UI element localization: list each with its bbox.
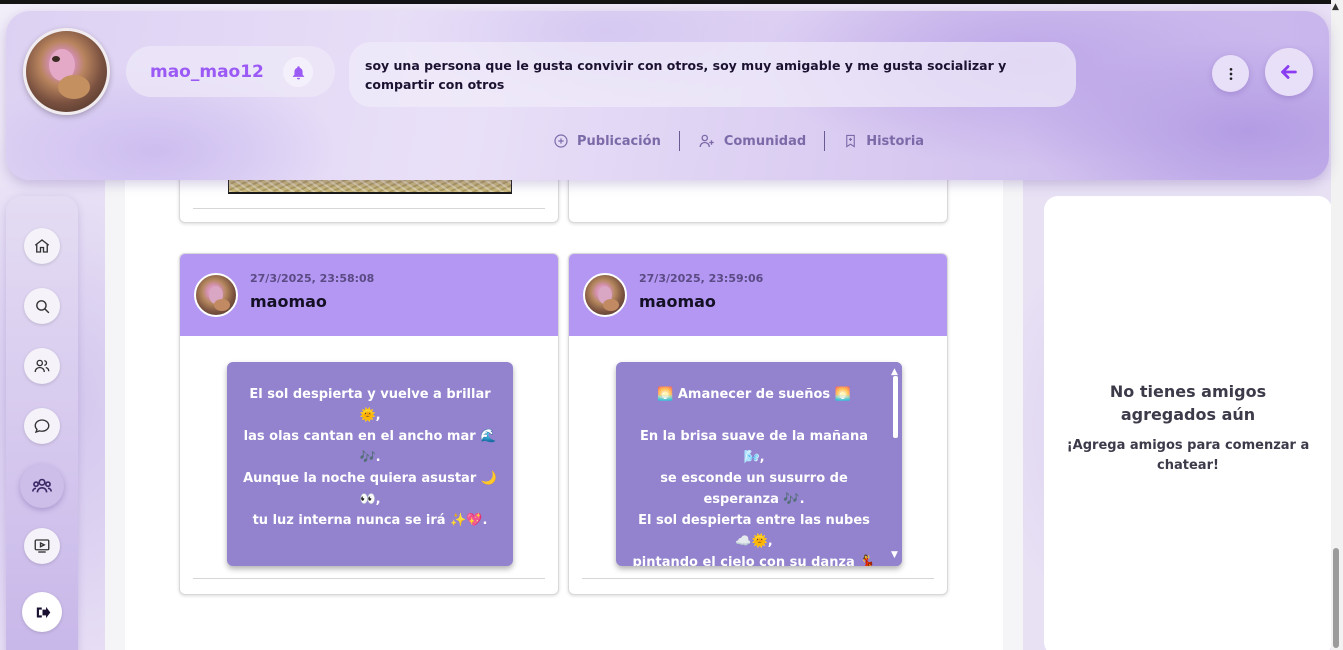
sidebar-item-chat[interactable] — [24, 408, 60, 444]
sidebar-item-logout[interactable] — [22, 592, 62, 632]
tab-label: Comunidad — [723, 133, 807, 149]
bio-text: soy una persona que le gusta convivir co… — [349, 42, 1076, 107]
post-card: 27/3/2025, 23:59:06 maomao 🌅 Amanecer de… — [568, 253, 948, 595]
tab-publicacion[interactable]: Publicación — [535, 133, 679, 149]
username: mao_mao12 — [150, 61, 264, 82]
poem-line: 🎶. — [359, 450, 381, 465]
add-user-icon — [699, 134, 714, 148]
scroll-up-icon[interactable]: ▲ — [1332, 2, 1339, 12]
post-author[interactable]: maomao — [250, 292, 327, 311]
plus-circle-icon — [554, 134, 568, 148]
poem-scrollbar[interactable]: ▲ ▼ — [889, 362, 902, 566]
poem-line: se esconde un susurro de — [660, 471, 848, 486]
more-options-button[interactable] — [1212, 55, 1249, 92]
window-top-bar — [0, 0, 1343, 4]
tab-historia[interactable]: Historia — [825, 133, 942, 149]
poem-box[interactable]: 🌅 Amanecer de sueños 🌅 En la brisa suave… — [616, 362, 902, 566]
scroll-thumb[interactable] — [893, 376, 898, 438]
poem-line: tu luz interna nunca se irá ✨💖. — [252, 513, 488, 528]
sidebar-item-users[interactable] — [24, 348, 60, 384]
poem-line: 👀, — [359, 492, 381, 507]
sidebar-item-search[interactable] — [24, 288, 60, 324]
card-divider — [193, 578, 545, 579]
chat-bubble-icon — [34, 419, 50, 434]
sidebar — [6, 196, 78, 650]
bookmark-icon — [846, 134, 856, 148]
notifications-button[interactable] — [283, 57, 313, 87]
poem-line: 🌅 Amanecer de sueños 🌅 — [657, 387, 851, 402]
tab-comunidad[interactable]: Comunidad — [680, 132, 824, 150]
username-pill: mao_mao12 — [126, 46, 335, 97]
card-divider — [582, 578, 934, 579]
poem-line: Aunque la noche quiera asustar 🌙 — [243, 471, 497, 486]
tab-label: Historia — [866, 133, 925, 149]
poem-line: pintando el cielo con su danza 💃 — [632, 555, 876, 566]
poem-box: El sol despierta y vuelve a brillar 🌞, l… — [227, 362, 513, 566]
page-scroll-thumb[interactable] — [1333, 548, 1339, 648]
post-timestamp: 27/3/2025, 23:58:08 — [250, 272, 375, 285]
poem-line: El sol despierta y vuelve a brillar 🌞, — [249, 387, 491, 423]
post-header: 27/3/2025, 23:59:06 maomao — [569, 254, 947, 336]
kebab-menu-icon — [1229, 67, 1232, 80]
sidebar-item-community[interactable] — [20, 464, 64, 508]
card-divider — [193, 208, 545, 209]
post-header: 27/3/2025, 23:58:08 maomao — [180, 254, 558, 336]
poem-line — [628, 405, 880, 426]
profile-tabs: Publicación Comunidad Historia — [535, 129, 942, 153]
chat-panel: No tienes amigos agregados aún ¡Agrega a… — [1044, 196, 1332, 650]
bell-icon — [292, 65, 304, 79]
poem-line: El sol despierta entre las nubes — [638, 513, 870, 528]
group-icon — [32, 478, 52, 493]
home-icon — [34, 239, 50, 253]
post-author[interactable]: maomao — [639, 292, 716, 311]
arrow-left-icon — [1281, 65, 1297, 79]
empty-friends-subtitle: ¡Agrega amigos para comenzar a chatear! — [1066, 438, 1310, 473]
poem-line: esperanza 🎶. — [703, 492, 805, 507]
users-icon — [34, 359, 50, 373]
page-scrollbar[interactable]: ▲ — [1331, 0, 1343, 650]
logout-icon — [36, 606, 50, 618]
avatar[interactable] — [194, 273, 238, 317]
avatar[interactable] — [583, 273, 627, 317]
post-card: 27/3/2025, 23:58:08 maomao El sol despie… — [179, 253, 559, 595]
profile-avatar[interactable] — [23, 28, 110, 115]
back-button[interactable] — [1265, 48, 1313, 96]
tab-label: Publicación — [577, 133, 661, 149]
poem-line: las olas cantan en el ancho mar 🌊 — [243, 429, 497, 444]
sidebar-item-home[interactable] — [24, 228, 60, 264]
video-icon — [34, 539, 50, 553]
profile-header: mao_mao12 soy una persona que le gusta c… — [6, 11, 1329, 180]
post-timestamp: 27/3/2025, 23:59:06 — [639, 272, 764, 285]
sidebar-item-videos[interactable] — [24, 528, 60, 564]
empty-friends-title: No tienes amigos agregados aún — [1109, 382, 1267, 424]
scroll-down-icon[interactable]: ▼ — [891, 545, 898, 566]
search-icon — [35, 299, 49, 313]
poem-line: En la brisa suave de la mañana 🌬️, — [640, 429, 868, 465]
poem-line: ☁️🌞, — [735, 534, 773, 549]
